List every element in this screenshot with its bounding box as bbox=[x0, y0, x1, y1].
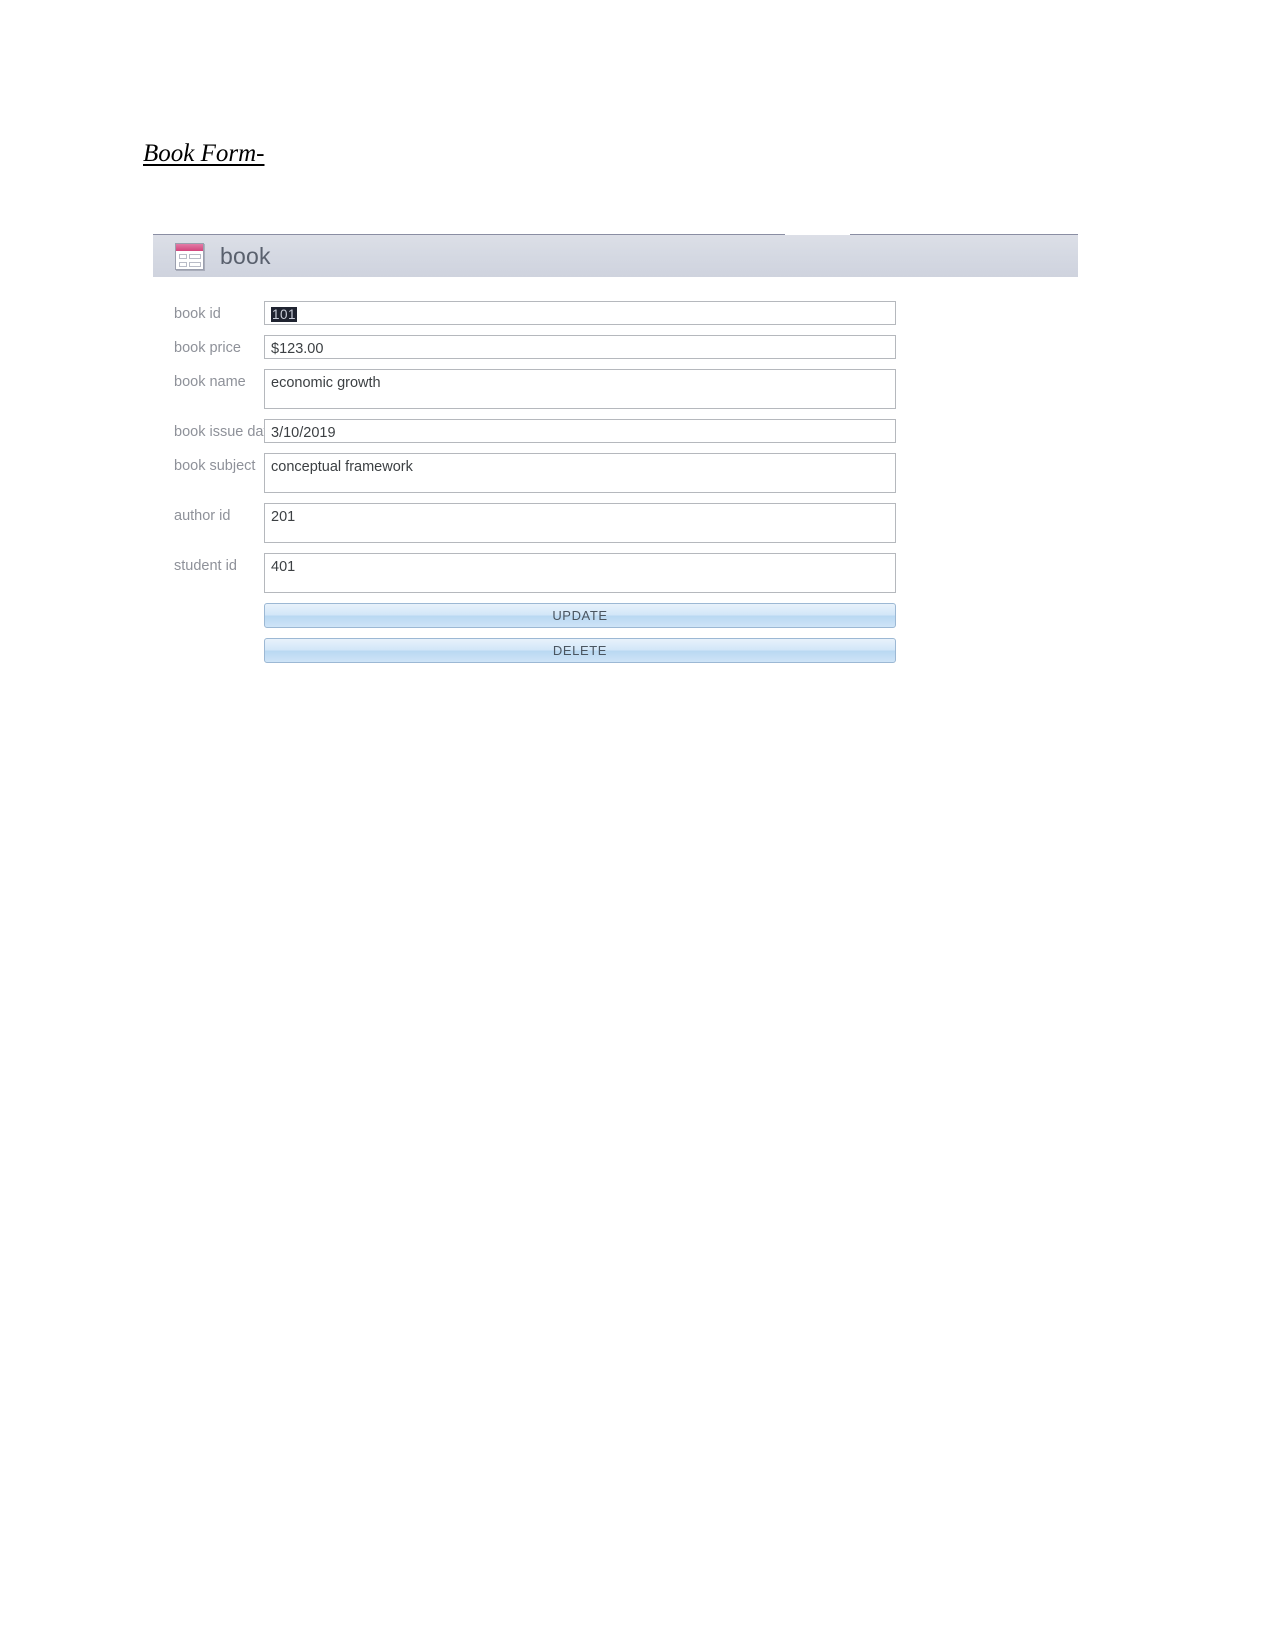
field-label: book id bbox=[174, 306, 221, 322]
field-label: book name bbox=[174, 374, 246, 390]
access-form-icon bbox=[175, 242, 204, 270]
field-label: student id bbox=[174, 558, 237, 574]
form-header: book bbox=[153, 234, 1078, 277]
form-fields: book id 101 book price $123.00 book name econ… bbox=[153, 277, 1078, 663]
field-row: book name economic growth bbox=[153, 369, 1078, 409]
icon-label-row-1 bbox=[179, 253, 187, 259]
field-input[interactable]: $123.00 bbox=[264, 335, 896, 359]
field-row: book subject conceptual framework bbox=[153, 453, 1078, 493]
field-row: book issue date 3/10/2019 bbox=[153, 419, 1078, 443]
button-spacer bbox=[153, 603, 264, 628]
field-input[interactable]: 101 bbox=[264, 301, 896, 325]
delete-button[interactable]: DELETE bbox=[264, 638, 896, 663]
update-button[interactable]: UPDATE bbox=[264, 603, 896, 628]
button-row: UPDATE bbox=[153, 603, 1078, 628]
field-value-selected: 101 bbox=[271, 307, 298, 322]
field-label: author id bbox=[174, 508, 231, 524]
icon-label-row-2 bbox=[179, 261, 187, 267]
field-row: book price $123.00 bbox=[153, 335, 1078, 359]
field-input[interactable]: economic growth bbox=[264, 369, 896, 409]
field-input[interactable]: 401 bbox=[264, 553, 896, 593]
icon-titlebar bbox=[176, 243, 203, 251]
field-label: book subject bbox=[174, 458, 256, 474]
field-row: student id 401 bbox=[153, 553, 1078, 593]
field-label: book price bbox=[174, 340, 241, 356]
button-spacer bbox=[153, 638, 264, 663]
field-input[interactable]: 3/10/2019 bbox=[264, 419, 896, 443]
field-input[interactable]: conceptual framework bbox=[264, 453, 896, 493]
field-row: author id 201 bbox=[153, 503, 1078, 543]
field-input[interactable]: 201 bbox=[264, 503, 896, 543]
form-title: book bbox=[220, 242, 271, 269]
icon-value-row-1 bbox=[189, 253, 201, 259]
field-label: book issue date bbox=[174, 424, 276, 440]
button-row: DELETE bbox=[153, 638, 1078, 663]
field-row: book id 101 bbox=[153, 301, 1078, 325]
book-form: book book id 101 book price $123.00 book nam… bbox=[153, 234, 1078, 673]
page-title: Book Form- bbox=[143, 140, 265, 167]
icon-value-row-2 bbox=[189, 261, 201, 267]
header-rule-gap bbox=[785, 234, 850, 235]
